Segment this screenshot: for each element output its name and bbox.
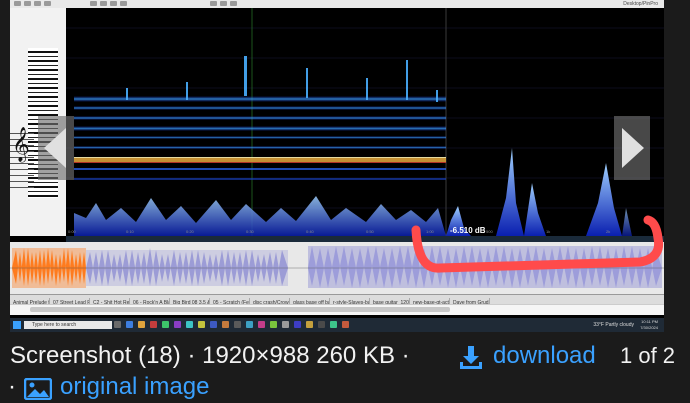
next-image-button[interactable]	[614, 116, 650, 180]
chevron-left-icon	[44, 128, 66, 168]
download-icon[interactable]	[458, 344, 484, 370]
red-annotation-highlight	[411, 215, 664, 273]
image-icon[interactable]	[24, 378, 52, 400]
separator: ·	[187, 342, 196, 369]
separator: ·	[8, 373, 16, 400]
download-link[interactable]: download	[493, 341, 596, 371]
separator: ·	[401, 342, 410, 369]
image-filesize: 260 KB	[316, 342, 395, 369]
original-image-link[interactable]: original image	[60, 372, 209, 402]
image-info: Screenshot (18) · 1920×988 260 KB ·	[10, 341, 410, 371]
image-dimensions: 1920×988	[202, 342, 310, 369]
chevron-right-icon	[622, 128, 644, 168]
page-indicator: 1 of 2	[620, 343, 676, 368]
previous-image-button[interactable]	[38, 116, 74, 180]
image-filename: Screenshot (18)	[10, 342, 181, 369]
